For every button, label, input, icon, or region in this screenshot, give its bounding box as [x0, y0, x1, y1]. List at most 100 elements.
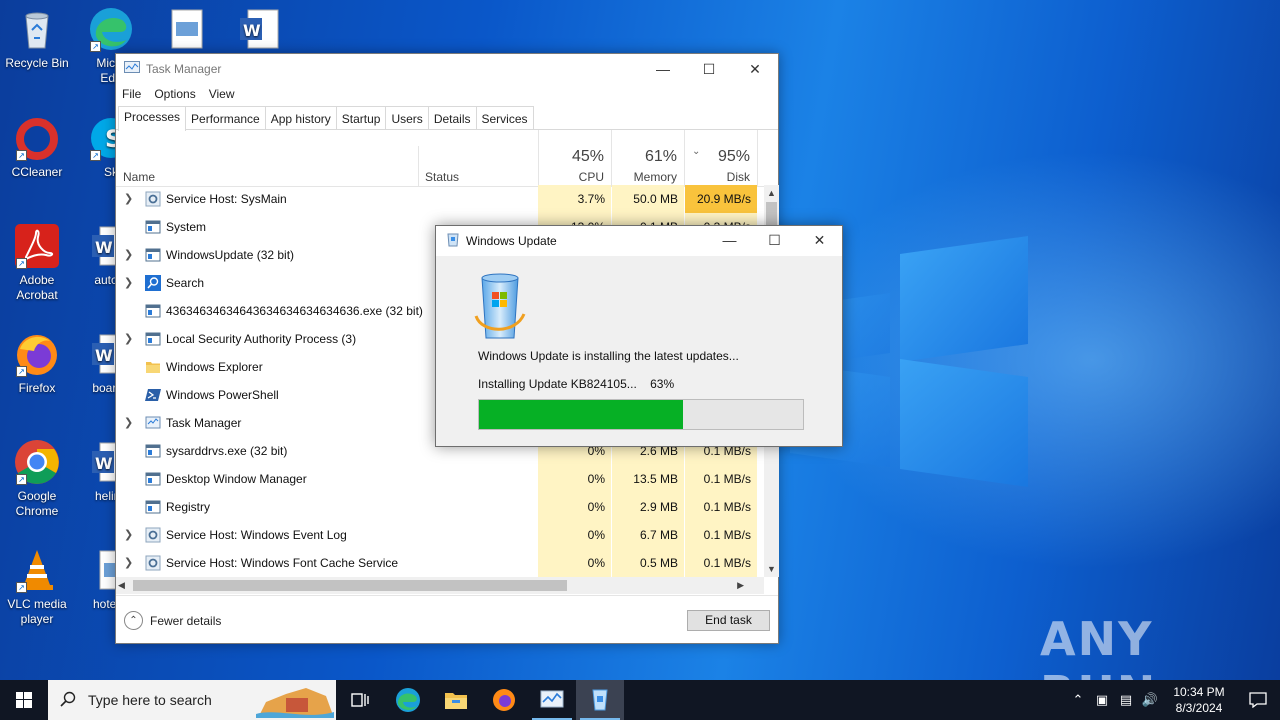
process-cpu: 0%: [538, 493, 611, 521]
acrobat-icon: ↗: [14, 223, 60, 269]
taskbar-windows-update[interactable]: [576, 680, 624, 720]
scroll-right-arrow-icon[interactable]: ▶: [737, 577, 744, 594]
update-progress-fill: [479, 400, 684, 429]
menu-file[interactable]: File: [122, 87, 141, 101]
search-icon: [145, 275, 161, 291]
column-memory[interactable]: Memory: [634, 170, 677, 184]
expand-chevron-icon[interactable]: ❯: [124, 332, 133, 345]
firefox-icon: ↗: [14, 331, 60, 377]
start-button[interactable]: [0, 680, 48, 720]
column-name[interactable]: Name: [123, 170, 155, 184]
process-name: Service Host: Windows Event Log: [166, 528, 347, 542]
disk-percent[interactable]: 95%: [718, 148, 750, 166]
desktop-icon-image-file[interactable]: [150, 6, 224, 56]
clock-date: 8/3/2024: [1175, 701, 1223, 715]
update-status-text: Installing Update KB824105...: [478, 377, 637, 391]
anyrun-watermark: ANY RUN: [1040, 612, 1155, 680]
column-cpu[interactable]: CPU: [579, 170, 604, 184]
gear-icon: [145, 555, 161, 571]
column-divider: [538, 130, 539, 186]
menu-options[interactable]: Options: [154, 87, 195, 101]
taskbar-edge[interactable]: [384, 680, 432, 720]
desktop-icon-acrobat[interactable]: ↗ Adobe Acrobat: [0, 223, 74, 303]
column-status[interactable]: Status: [425, 170, 459, 184]
column-divider: [684, 130, 685, 186]
tab-startup[interactable]: Startup: [335, 106, 387, 129]
taskbar-file-explorer[interactable]: [432, 680, 480, 720]
menu-view[interactable]: View: [209, 87, 235, 101]
svg-text:W: W: [95, 454, 113, 473]
windows-update-dialog[interactable]: Windows Update — ☐ ✕ Windows Update is i…: [435, 225, 843, 447]
chevron-up-icon[interactable]: ⌃: [1066, 692, 1090, 708]
window-controls: — ☐ ✕: [640, 54, 778, 84]
network-drive-icon[interactable]: ▣: [1090, 692, 1114, 708]
desktop-icon-firefox[interactable]: ↗ Firefox: [0, 331, 74, 396]
volume-icon[interactable]: 🔊: [1138, 692, 1162, 708]
svg-text:W: W: [95, 238, 113, 257]
task-manager-icon: [540, 690, 564, 708]
scroll-down-arrow-icon[interactable]: ▼: [764, 561, 779, 577]
end-task-button[interactable]: End task: [687, 610, 770, 631]
footer: ⌃ Fewer details End task: [116, 595, 778, 644]
process-memory: 0.5 MB: [612, 549, 684, 577]
tab-details[interactable]: Details: [427, 106, 477, 129]
table-row[interactable]: ❯ Service Host: Windows Font Cache Servic…: [116, 549, 764, 577]
close-button[interactable]: ✕: [732, 54, 778, 84]
wallpaper-logo-pane: [900, 236, 1028, 362]
recycle-bin-icon: [14, 6, 60, 52]
expand-chevron-icon[interactable]: ❯: [124, 192, 133, 205]
shortcut-arrow-icon: ↗: [16, 150, 27, 161]
taskbar-task-manager[interactable]: [528, 680, 576, 720]
taskbar-search-box[interactable]: Type here to search: [48, 680, 336, 720]
desktop-icon-word-doc[interactable]: W: [222, 6, 296, 56]
desktop-icon-ccleaner[interactable]: ↗ CCleaner: [0, 115, 74, 180]
tab-services[interactable]: Services: [475, 106, 534, 129]
process-memory: 2.9 MB: [612, 493, 684, 521]
horizontal-scrollbar[interactable]: ◀ ▶: [116, 577, 764, 594]
window-icon: [145, 443, 161, 459]
clock[interactable]: 10:34 PM 8/3/2024: [1162, 684, 1236, 716]
tab-processes[interactable]: Processes: [118, 106, 187, 131]
fewer-details-button[interactable]: ⌃ Fewer details: [124, 611, 221, 630]
scroll-up-arrow-icon[interactable]: ▲: [764, 185, 779, 201]
task-view-button[interactable]: [336, 680, 384, 720]
expand-chevron-icon[interactable]: ❯: [124, 248, 133, 261]
notification-icon: [1249, 692, 1267, 708]
network-icon[interactable]: ▤: [1114, 692, 1138, 708]
process-memory: 50.0 MB: [612, 185, 684, 213]
tab-users[interactable]: Users: [385, 106, 429, 129]
table-row[interactable]: Registry 0% 2.9 MB 0.1 MB/s: [116, 493, 764, 521]
expand-chevron-icon[interactable]: ❯: [124, 276, 133, 289]
process-name: Desktop Window Manager: [166, 472, 307, 486]
shortcut-arrow-icon: ↗: [90, 41, 101, 52]
taskbar-firefox[interactable]: [480, 680, 528, 720]
minimize-button[interactable]: —: [640, 54, 686, 84]
windows-update-logo-icon: [472, 272, 528, 349]
memory-percent[interactable]: 61%: [645, 148, 677, 166]
tab-app-history[interactable]: App history: [264, 106, 337, 129]
column-disk[interactable]: Disk: [727, 170, 750, 184]
desktop-icon-vlc[interactable]: ↗ VLC media player: [0, 547, 74, 627]
minimize-button[interactable]: —: [707, 226, 752, 254]
desktop-icon-recycle-bin[interactable]: Recycle Bin: [0, 6, 74, 71]
update-status: Installing Update KB824105... 63%: [478, 377, 674, 391]
desktop-icon-chrome[interactable]: ↗ Google Chrome: [0, 439, 74, 519]
scroll-thumb[interactable]: [133, 580, 567, 591]
notifications-button[interactable]: [1236, 692, 1280, 708]
expand-chevron-icon[interactable]: ❯: [124, 416, 133, 429]
table-row[interactable]: Desktop Window Manager 0% 13.5 MB 0.1 MB/s: [116, 465, 764, 493]
cpu-percent[interactable]: 45%: [572, 148, 604, 166]
tab-performance[interactable]: Performance: [185, 106, 266, 129]
table-row[interactable]: ❯ Service Host: Windows Event Log 0% 6.7 MB…: [116, 521, 764, 549]
maximize-button[interactable]: ☐: [686, 54, 732, 84]
process-disk: 0.1 MB/s: [685, 493, 757, 521]
column-divider: [418, 146, 419, 186]
maximize-button[interactable]: ☐: [752, 226, 797, 254]
window-icon: [145, 331, 161, 347]
scroll-left-arrow-icon[interactable]: ◀: [118, 577, 125, 594]
close-button[interactable]: ✕: [797, 226, 842, 254]
table-row[interactable]: ❯ Service Host: SysMain 3.7% 50.0 MB 20.9 MB…: [116, 185, 764, 213]
update-progress-bar: [478, 399, 804, 430]
expand-chevron-icon[interactable]: ❯: [124, 556, 133, 569]
expand-chevron-icon[interactable]: ❯: [124, 528, 133, 541]
